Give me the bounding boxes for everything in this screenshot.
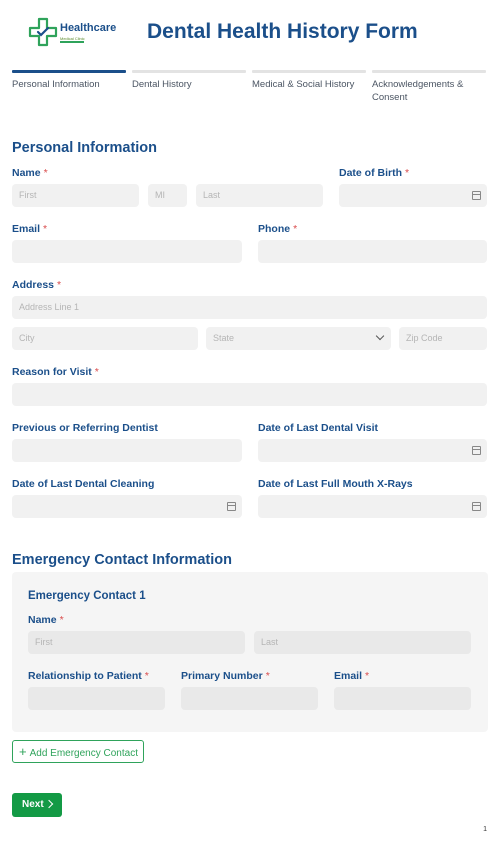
emergency-email-input[interactable]	[334, 687, 471, 710]
reason-for-visit-input[interactable]	[12, 383, 487, 406]
zip-code-placeholder: Zip Code	[406, 333, 443, 343]
relationship-input[interactable]	[28, 687, 165, 710]
emergency-first-name-input[interactable]: First	[28, 631, 245, 654]
phone-input[interactable]	[258, 240, 487, 263]
calendar-icon[interactable]	[227, 502, 236, 511]
relationship-label-text: Relationship to Patient	[28, 670, 142, 682]
email-input[interactable]	[12, 240, 242, 263]
address-line-1-input[interactable]: Address Line 1	[12, 296, 487, 319]
primary-number-label-text: Primary Number	[181, 670, 263, 682]
first-name-placeholder: First	[19, 190, 37, 200]
emergency-first-placeholder: First	[35, 637, 53, 647]
email-label-text: Email	[12, 223, 41, 235]
step-progress-bar	[372, 70, 486, 73]
last-xrays-input[interactable]	[258, 495, 487, 518]
city-placeholder: City	[19, 333, 35, 343]
step-progress-bar	[12, 70, 126, 73]
add-emergency-contact-button[interactable]: + Add Emergency Contact	[12, 740, 144, 763]
zip-code-input[interactable]: Zip Code	[399, 327, 487, 350]
relationship-label: Relationship to Patient *	[28, 670, 149, 682]
plus-icon: +	[19, 744, 27, 759]
page-number: 1	[483, 826, 487, 833]
step-label: Personal Information	[12, 79, 100, 90]
step-personal-information[interactable]: Personal Information	[12, 70, 126, 91]
healthcare-logo: Healthcare Medical Clinic	[28, 17, 120, 47]
step-label: Dental History	[132, 79, 192, 90]
required-mark: *	[57, 279, 62, 291]
city-input[interactable]: City	[12, 327, 198, 350]
state-select[interactable]: State	[206, 327, 391, 350]
step-label: Acknowledgements & Consent	[372, 79, 464, 103]
primary-number-label: Primary Number *	[181, 670, 270, 682]
email-label: Email *	[12, 223, 47, 235]
medical-cross-logo-icon	[28, 17, 58, 47]
step-dental-history[interactable]: Dental History	[132, 70, 246, 91]
logo-underline	[60, 41, 84, 43]
emergency-last-name-input[interactable]: Last	[254, 631, 471, 654]
address-label: Address *	[12, 279, 61, 291]
last-dental-visit-input[interactable]	[258, 439, 487, 462]
step-acknowledgements-consent[interactable]: Acknowledgements & Consent	[372, 70, 486, 104]
emergency-email-label-text: Email	[334, 670, 363, 682]
emergency-last-placeholder: Last	[261, 637, 279, 647]
chevron-down-icon	[375, 331, 385, 341]
last-dental-cleaning-label: Date of Last Dental Cleaning	[12, 478, 155, 490]
next-label: Next	[22, 799, 44, 810]
address-label-text: Address	[12, 279, 55, 291]
required-mark: *	[265, 670, 270, 682]
reason-for-visit-label: Reason for Visit *	[12, 366, 99, 378]
required-mark: *	[43, 223, 48, 235]
phone-label: Phone *	[258, 223, 297, 235]
first-name-input[interactable]: First	[12, 184, 139, 207]
step-label: Medical & Social History	[252, 79, 355, 90]
name-label-text: Name	[12, 167, 41, 179]
emergency-contact-heading: Emergency Contact Information	[12, 552, 232, 568]
last-name-placeholder: Last	[203, 190, 221, 200]
form-header: Healthcare Medical Clinic Dental Health …	[0, 0, 500, 66]
emergency-name-label-text: Name	[28, 614, 57, 626]
phone-label-text: Phone	[258, 223, 291, 235]
logo-wordmark: Healthcare	[60, 22, 117, 34]
calendar-icon[interactable]	[472, 446, 481, 455]
previous-dentist-label: Previous or Referring Dentist	[12, 422, 158, 434]
name-label: Name *	[12, 167, 48, 179]
previous-dentist-input[interactable]	[12, 439, 242, 462]
emergency-contact-1-title: Emergency Contact 1	[28, 590, 146, 602]
middle-initial-placeholder: MI	[155, 190, 165, 200]
required-mark: *	[59, 614, 64, 626]
emergency-email-label: Email *	[334, 670, 369, 682]
reason-for-visit-label-text: Reason for Visit	[12, 366, 92, 378]
state-placeholder: State	[213, 333, 235, 343]
calendar-icon[interactable]	[472, 502, 481, 511]
personal-information-heading: Personal Information	[12, 140, 158, 156]
required-mark: *	[293, 223, 298, 235]
address-line-1-placeholder: Address Line 1	[19, 302, 80, 312]
middle-initial-input[interactable]: MI	[148, 184, 187, 207]
step-progress-bar	[132, 70, 246, 73]
last-dental-visit-label: Date of Last Dental Visit	[258, 422, 379, 434]
required-mark: *	[405, 167, 410, 179]
required-mark: *	[94, 366, 99, 378]
last-name-input[interactable]: Last	[196, 184, 323, 207]
last-dental-cleaning-input[interactable]	[12, 495, 242, 518]
date-of-birth-input[interactable]	[339, 184, 487, 207]
chevron-right-icon	[44, 799, 54, 809]
primary-number-input[interactable]	[181, 687, 318, 710]
emergency-name-label: Name *	[28, 614, 64, 626]
page-title: Dental Health History Form	[147, 20, 418, 43]
step-progress-bar	[252, 70, 366, 73]
next-button[interactable]: Next	[12, 793, 62, 817]
calendar-icon[interactable]	[472, 191, 481, 200]
step-medical-social-history[interactable]: Medical & Social History	[252, 70, 366, 91]
required-mark: *	[144, 670, 149, 682]
required-mark: *	[43, 167, 48, 179]
date-of-birth-label: Date of Birth *	[339, 167, 409, 179]
date-of-birth-label-text: Date of Birth	[339, 167, 402, 179]
last-xrays-label: Date of Last Full Mouth X-Rays	[258, 478, 413, 490]
required-mark: *	[365, 670, 370, 682]
add-emergency-contact-label: Add Emergency Contact	[29, 748, 138, 759]
